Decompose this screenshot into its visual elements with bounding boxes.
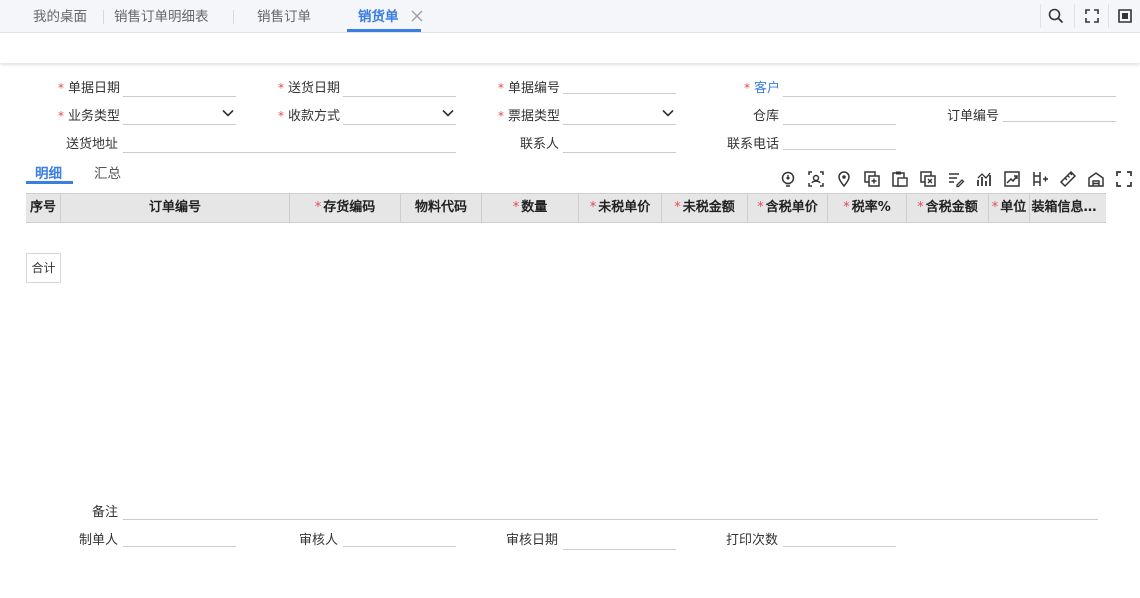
lightbulb-icon[interactable] <box>779 170 797 188</box>
invoice-type-label: * 票据类型 <box>498 109 561 124</box>
print-count-field[interactable] <box>783 525 896 547</box>
ship-address-field[interactable] <box>123 131 456 153</box>
fullscreen-icon[interactable] <box>1115 6 1135 26</box>
doc-no-field[interactable] <box>563 72 676 94</box>
column-header-quantity[interactable]: * 数量 <box>482 194 579 222</box>
creator-field[interactable] <box>123 525 236 547</box>
fit-screen-icon[interactable] <box>1082 6 1102 26</box>
total-row-label: 合计 <box>26 253 61 283</box>
order-no-field[interactable] <box>1003 100 1116 122</box>
column-header-unit-price-ex-tax[interactable]: * 未税单价 <box>579 194 662 222</box>
chevron-down-icon[interactable] <box>222 109 234 117</box>
chevron-down-icon[interactable] <box>662 109 674 117</box>
remark-label: 备注 <box>92 505 119 520</box>
contact-label: 联系人 <box>520 137 560 152</box>
tab-divider <box>233 10 234 24</box>
paste-icon[interactable] <box>891 170 909 188</box>
split-icon[interactable] <box>1031 170 1049 188</box>
column-header-unit-price-inc-tax[interactable]: * 含税单价 <box>748 194 828 222</box>
toolbar-divider <box>1040 4 1041 28</box>
review-date-label: 审核日期 <box>506 533 559 548</box>
tab-desktop[interactable]: 我的桌面 <box>33 0 87 33</box>
column-header-amount-inc-tax[interactable]: * 含税金额 <box>907 194 989 222</box>
warehouse-field[interactable] <box>783 103 896 125</box>
ruler-icon[interactable] <box>1059 170 1077 188</box>
doc-date-field[interactable] <box>123 75 236 97</box>
tab-sales-order-detail[interactable]: 销售订单明细表 <box>114 0 209 33</box>
biz-type-select[interactable] <box>123 103 236 125</box>
order-no-label: 订单编号 <box>947 109 1000 124</box>
toolbar-divider <box>1108 4 1109 28</box>
reviewer-field[interactable] <box>343 525 456 547</box>
scan-icon[interactable] <box>807 170 825 188</box>
expand-icon[interactable] <box>1115 170 1133 188</box>
customer-field[interactable] <box>783 75 1116 97</box>
column-header-stock-code[interactable]: * 存货编码 <box>290 194 401 222</box>
phone-label: 联系电话 <box>727 137 780 152</box>
creator-label: 制单人 <box>79 533 119 548</box>
delete-row-icon[interactable] <box>919 170 937 188</box>
warehouse-icon[interactable] <box>1087 170 1105 188</box>
search-icon[interactable] <box>1046 6 1066 26</box>
ship-address-label: 送货地址 <box>66 137 119 152</box>
remark-field[interactable] <box>123 498 1098 520</box>
detail-grid-header: 序号 订单编号 * 存货编码 物料代码 * 数量 * 未税单价 * 未税金额 * 含税单价… <box>26 193 1106 223</box>
review-date-field[interactable] <box>563 528 676 550</box>
column-header-packing-info[interactable]: 装箱信息… <box>1030 194 1098 222</box>
trend-icon[interactable] <box>1003 170 1021 188</box>
warehouse-label: 仓库 <box>753 109 780 124</box>
location-icon[interactable] <box>835 170 853 188</box>
toolbar-divider <box>1074 4 1075 28</box>
doc-no-label: * 单据编号 <box>498 81 561 96</box>
tab-divider <box>103 10 104 24</box>
subtab-detail[interactable]: 明细 <box>35 162 62 182</box>
column-header-tax-rate[interactable]: * 税率% <box>828 194 907 222</box>
phone-field[interactable] <box>783 128 896 150</box>
column-header-unit[interactable]: * 单位 <box>989 194 1030 222</box>
column-header-material-code[interactable]: 物料代码 <box>401 194 482 222</box>
doc-date-label: * 单据日期 <box>58 81 121 96</box>
customer-label: * 客户 <box>744 81 781 96</box>
subtab-summary[interactable]: 汇总 <box>94 162 121 182</box>
column-header-amount-ex-tax[interactable]: * 未税金额 <box>662 194 748 222</box>
subtab-active-indicator <box>26 181 73 184</box>
column-header-order-no[interactable]: 订单编号 <box>61 194 290 222</box>
payment-method-select[interactable] <box>343 103 456 125</box>
tab-bar: 我的桌面 销售订单明细表 销售订单 销货单 <box>0 0 1140 33</box>
payment-method-label: * 收款方式 <box>278 109 341 124</box>
invoice-type-select[interactable] <box>563 103 676 125</box>
biz-type-label: * 业务类型 <box>58 109 121 124</box>
action-toolbar <box>0 33 1140 63</box>
column-header-seq[interactable]: 序号 <box>26 194 61 222</box>
ship-date-label: * 送货日期 <box>278 81 341 96</box>
tab-sales-order[interactable]: 销售订单 <box>257 0 311 33</box>
copy-row-icon[interactable] <box>863 170 881 188</box>
chart-icon[interactable] <box>975 170 993 188</box>
reviewer-label: 审核人 <box>299 533 339 548</box>
edit-list-icon[interactable] <box>947 170 965 188</box>
chevron-down-icon[interactable] <box>442 109 454 117</box>
close-icon[interactable] <box>410 9 424 23</box>
ship-date-field[interactable] <box>343 75 456 97</box>
contact-field[interactable] <box>563 131 676 153</box>
tab-delivery-note[interactable]: 销货单 <box>347 0 420 33</box>
print-count-label: 打印次数 <box>726 533 779 548</box>
